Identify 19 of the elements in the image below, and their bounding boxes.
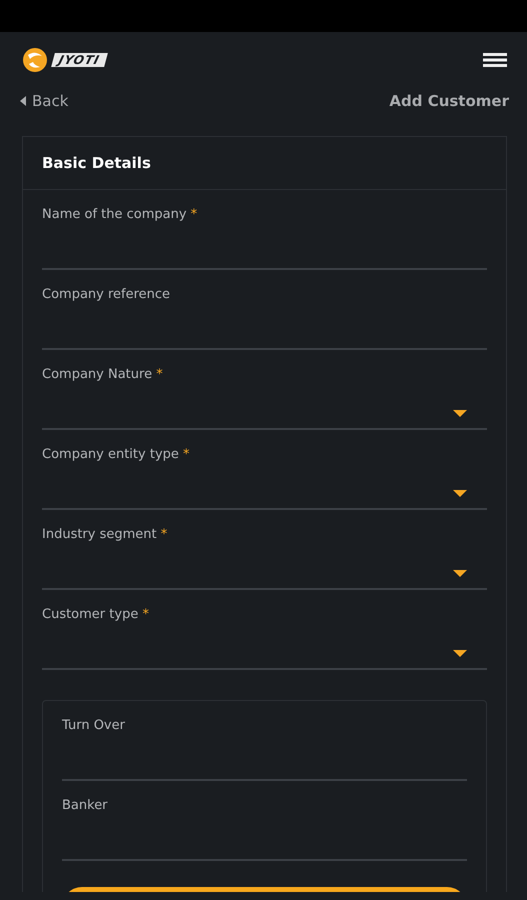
page-title: Add Customer [389, 92, 509, 110]
caret-icon [453, 650, 467, 658]
caret-icon [453, 570, 467, 578]
card-title: Basic Details [23, 137, 506, 190]
menu-icon[interactable] [483, 52, 507, 68]
field-label: Company Nature * [42, 367, 164, 382]
field-label: Industry segment * [42, 527, 168, 542]
field-label: Customer type * [42, 607, 150, 622]
caret-icon [20, 96, 26, 106]
field-label: Name of the company * [42, 207, 198, 222]
field-label: Banker [62, 798, 109, 813]
caret-icon [453, 410, 467, 418]
caret-icon [453, 490, 467, 498]
back-link[interactable]: Back [20, 92, 68, 110]
field-label: Company entity type * [42, 447, 191, 462]
logo-text: JYOTI [51, 53, 108, 67]
field-label: Turn Over [62, 718, 126, 733]
field-label: Company reference [42, 287, 172, 302]
logo-icon [20, 47, 50, 73]
